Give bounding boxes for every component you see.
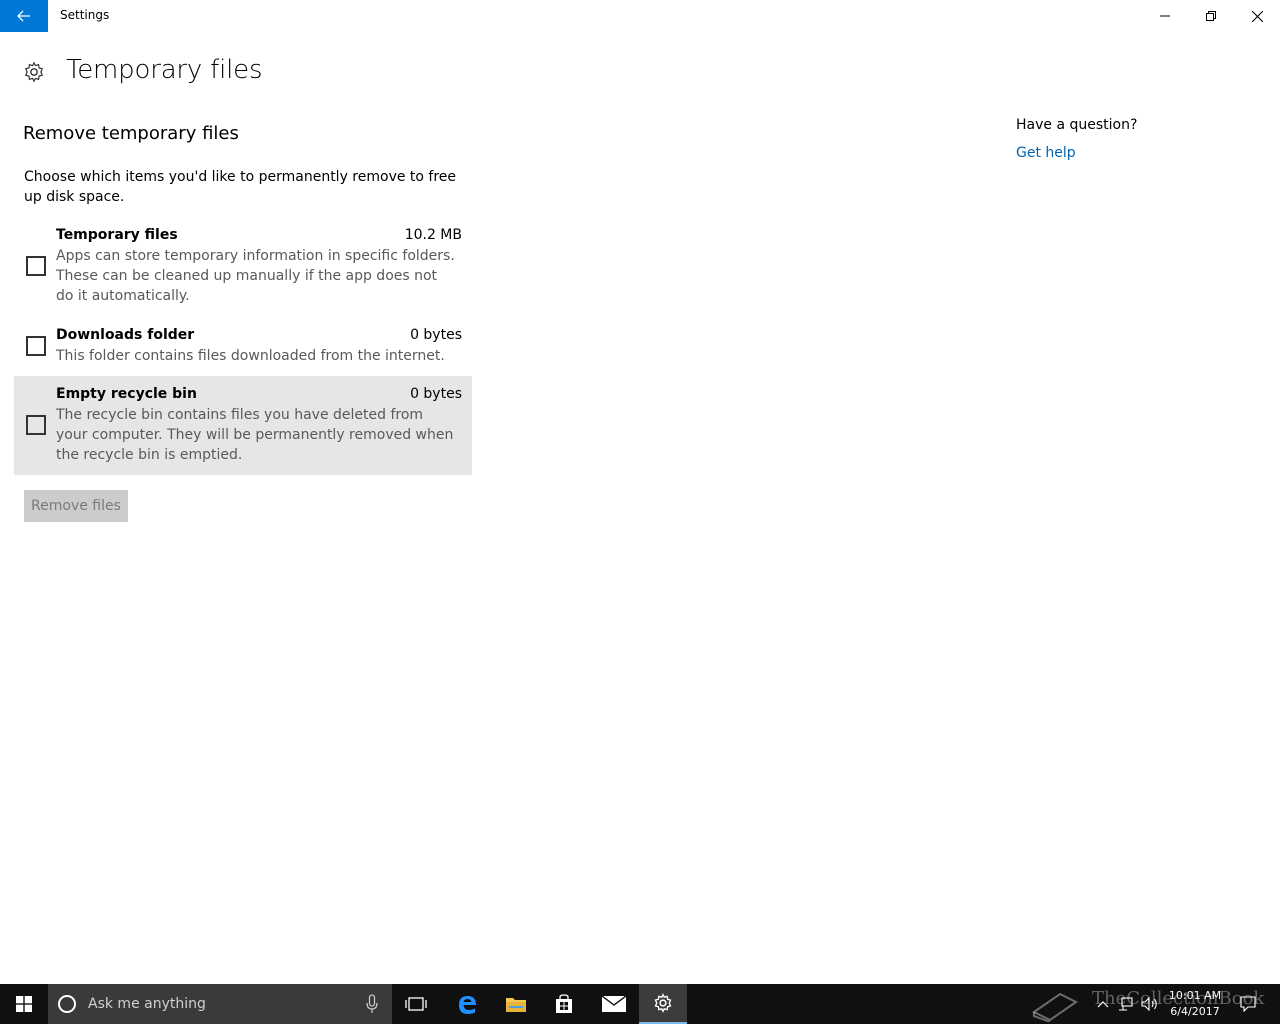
gear-icon: [654, 993, 672, 1013]
help-question: Have a question?: [1016, 117, 1138, 133]
item-name: Temporary files: [56, 227, 178, 243]
microphone-icon[interactable]: [364, 994, 380, 1014]
mail-icon: [602, 996, 626, 1012]
title-bar: Settings: [0, 0, 1280, 32]
item-size: 0 bytes: [410, 386, 462, 402]
checkbox-empty-recycle-bin[interactable]: [26, 415, 46, 435]
item-name: Empty recycle bin: [56, 386, 197, 402]
item-downloads-folder[interactable]: Downloads folder 0 bytes This folder con…: [14, 322, 472, 372]
mail-button[interactable]: [590, 984, 638, 1024]
item-name: Downloads folder: [56, 327, 195, 343]
clock-time: 10:01 AM: [1168, 989, 1222, 1002]
cortana-icon: [58, 995, 76, 1013]
book-watermark-icon: [1032, 992, 1078, 1022]
search-placeholder: Ask me anything: [88, 996, 206, 1012]
item-size: 0 bytes: [410, 327, 462, 343]
item-description: This folder contains files downloaded fr…: [56, 348, 445, 364]
item-description: The recycle bin contains files you have …: [56, 407, 454, 463]
network-button[interactable]: [1114, 984, 1138, 1024]
show-hidden-icons-button[interactable]: [1091, 984, 1115, 1024]
item-empty-recycle-bin[interactable]: Empty recycle bin 0 bytes The recycle bi…: [14, 376, 472, 475]
file-explorer-button[interactable]: [492, 984, 540, 1024]
windows-logo-icon: [16, 996, 32, 1012]
app-title: Settings: [60, 8, 110, 22]
task-view-button[interactable]: [392, 984, 440, 1024]
get-help-link[interactable]: Get help: [1016, 145, 1076, 161]
task-view-icon: [405, 997, 427, 1011]
chevron-up-icon: [1097, 1001, 1109, 1008]
gear-icon: [24, 61, 44, 83]
start-button[interactable]: [0, 984, 48, 1024]
checkbox-downloads-folder[interactable]: [26, 336, 46, 356]
clock[interactable]: 10:01 AM 6/4/2017: [1160, 988, 1230, 1020]
speaker-icon: [1141, 997, 1157, 1011]
volume-button[interactable]: [1138, 984, 1162, 1024]
taskbar: Ask me anything TheCollectionBook 10:01 …: [0, 984, 1280, 1024]
section-title: Remove temporary files: [23, 123, 239, 144]
store-button[interactable]: [540, 984, 588, 1024]
action-center-button[interactable]: [1236, 984, 1260, 1024]
back-arrow-icon: [17, 10, 30, 22]
edge-button[interactable]: [443, 984, 491, 1024]
restore-button[interactable]: [1188, 0, 1234, 32]
folder-icon: [506, 998, 526, 1012]
item-size: 10.2 MB: [404, 227, 462, 243]
back-button[interactable]: [0, 0, 48, 32]
item-temporary-files[interactable]: Temporary files 10.2 MB Apps can store t…: [14, 222, 472, 314]
notification-icon: [1240, 996, 1256, 1012]
clock-date: 6/4/2017: [1170, 1005, 1220, 1018]
page-title: Temporary files: [66, 55, 263, 85]
close-icon: [1251, 10, 1263, 22]
restore-icon: [1206, 11, 1216, 21]
remove-files-button[interactable]: Remove files: [24, 490, 128, 522]
checkbox-temporary-files[interactable]: [26, 256, 46, 276]
close-button[interactable]: [1234, 0, 1280, 32]
minimize-icon: [1160, 15, 1170, 17]
network-icon: [1119, 997, 1133, 1011]
intro-text: Choose which items you'd like to permane…: [24, 169, 457, 205]
minimize-button[interactable]: [1142, 0, 1188, 32]
item-description: Apps can store temporary information in …: [56, 248, 455, 304]
store-icon: [556, 994, 572, 1013]
edge-icon: [459, 996, 476, 1014]
search-box[interactable]: Ask me anything: [48, 984, 392, 1024]
settings-taskbar-button[interactable]: [639, 984, 687, 1024]
